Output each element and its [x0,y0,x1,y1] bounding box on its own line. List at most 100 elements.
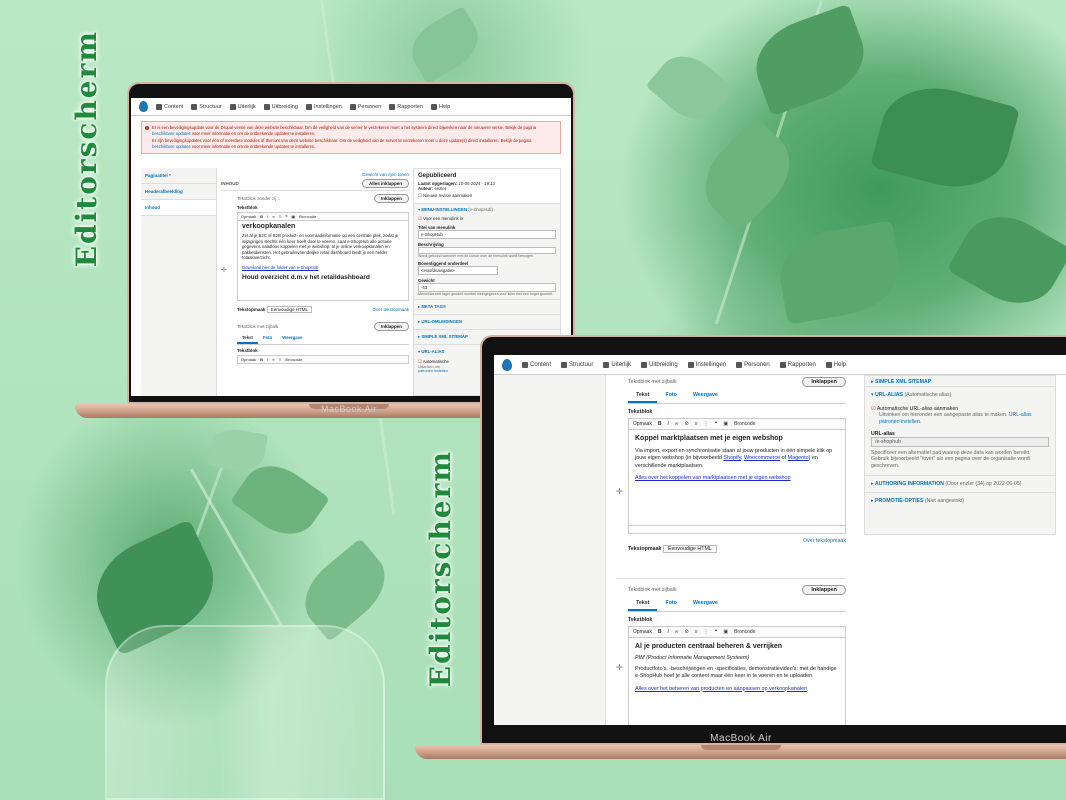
url-alias-input[interactable]: /e-shophub [871,436,1049,447]
collapse-button[interactable]: Inklappen [802,377,846,387]
tab-weergave[interactable]: Weergave [277,333,307,344]
tab-headerafbeelding[interactable]: Headerafbeelding [141,184,216,200]
toolbar-config[interactable]: Instellingen [687,361,726,368]
editor-content[interactable]: Koppel marktplaatsen met je eigen websho… [628,430,846,526]
parent-select[interactable]: <Hoofdnavigatie> [418,266,498,275]
collapse-button[interactable]: Inklappen [373,322,409,331]
toolbar-reports[interactable]: Rapporten [389,103,423,110]
menu-title-input[interactable]: e-ShopHub [418,230,556,239]
italic-icon[interactable]: I [267,214,268,219]
quote-icon[interactable]: ❝ [715,629,718,635]
link-icon[interactable]: ∞ [272,357,275,362]
tab-paginatitel[interactable]: Paginatitel * [141,168,216,184]
tab-tekst[interactable]: Tekst [628,389,658,403]
xml-sitemap-section[interactable]: ▸ SIMPLE XML SITEMAP [865,376,1055,386]
available-updates-link[interactable]: beschikbare updates [152,144,191,149]
tab-inhoud[interactable]: Inhoud [141,200,216,216]
drag-handle-icon[interactable]: ✛ [616,487,623,496]
drupal-logo-icon[interactable] [502,358,512,371]
format-dropdown[interactable]: Opmaak [633,629,652,635]
content-link[interactable]: Download hier de folder van e-ShopHub [242,265,404,270]
link-icon[interactable]: ∞ [272,214,275,219]
text-format-select[interactable]: Eenvoudige HTML [662,545,717,553]
woocommerce-link[interactable]: Woocommerce [744,455,780,461]
toolbar-structure[interactable]: Structuur [191,103,222,110]
meta-tags-section[interactable]: ▸ META TAGS [414,299,560,314]
numbered-list-icon[interactable]: ⋮ [704,629,709,635]
tab-foto[interactable]: Foto [657,597,684,611]
image-icon[interactable]: ▣ [723,629,728,635]
link-icon[interactable]: ∞ [675,421,679,427]
content-link[interactable]: Alles over het beheren van producten en … [635,686,839,692]
list-icon[interactable]: ≡ [279,357,281,362]
text-format-select[interactable]: Eenvoudige HTML [266,306,312,313]
toolbar-content[interactable]: Content [522,361,551,368]
url-redirects-section[interactable]: ▸ URL-OMLEIDINGEN [414,314,560,329]
toolbar-help[interactable]: Help [825,361,846,368]
url-alias-section[interactable]: ▾ URL-ALIAS (Automatische alias) [871,392,1049,398]
about-formats-link[interactable]: Over tekstopmaak [372,307,409,312]
image-icon[interactable]: ▣ [292,214,296,219]
editor-content[interactable]: verkoopkanalen Zet al je B2C of B2B prod… [237,221,409,301]
bold-icon[interactable]: B [260,214,263,219]
source-button[interactable]: Broncode [299,214,316,219]
toolbar-appearance[interactable]: Uiterlijk [603,361,631,368]
quote-icon[interactable]: ❝ [285,214,287,219]
tab-weergave[interactable]: Weergave [685,597,726,611]
drag-handle-icon[interactable]: ✛ [221,266,227,274]
format-dropdown[interactable]: Opmaak [241,357,256,362]
toolbar-help[interactable]: Help [430,103,450,110]
tab-weergave[interactable]: Weergave [685,389,726,403]
tab-tekst[interactable]: Tekst [628,597,658,611]
unlink-icon[interactable]: ⊘ [685,421,689,427]
description-input[interactable] [418,247,556,254]
bold-icon[interactable]: B [260,357,263,362]
authoring-section[interactable]: ▸ AUTHORING INFORMATION (Door enzler (34… [865,474,1055,492]
collapse-button[interactable]: Inklappen [373,194,409,203]
collapse-button[interactable]: Inklappen [802,585,846,595]
tab-foto[interactable]: Foto [657,389,684,403]
quote-icon[interactable]: ❝ [715,421,718,427]
italic-icon[interactable]: I [668,421,669,427]
editor-content[interactable]: Al je producten centraal beheren & verri… [628,638,846,725]
toolbar-reports[interactable]: Rapporten [779,361,816,368]
tab-foto[interactable]: Foto [258,333,277,344]
list-icon[interactable]: ≡ [695,629,698,635]
toolbar-people[interactable]: Personen [349,103,381,110]
italic-icon[interactable]: I [668,629,669,635]
drag-handle-icon[interactable]: ✛ [616,663,623,672]
weight-input[interactable]: -43 [418,283,556,292]
list-icon[interactable]: ≡ [279,214,281,219]
source-button[interactable]: Broncode [734,421,755,427]
toolbar-people[interactable]: Personen [736,361,770,368]
numbered-list-icon[interactable]: ⋮ [704,421,709,427]
about-formats-link[interactable]: Over tekstopmaak [628,538,846,544]
list-icon[interactable]: ≡ [695,421,698,427]
available-updates-link[interactable]: beschikbare updates [152,131,191,136]
provide-menu-link-checkbox[interactable]: ☑ Voor een menulink in [418,216,556,222]
promotion-section[interactable]: ▸ PROMOTIE-OPTIES (Niet aangevinkt) [865,491,1055,509]
toolbar-extend[interactable]: Uitbreiding [641,361,678,368]
format-dropdown[interactable]: Opmaak [241,214,256,219]
toolbar-extend[interactable]: Uitbreiding [263,103,298,110]
format-dropdown[interactable]: Opmaak [633,421,652,427]
collapse-all-button[interactable]: Alles inklappen [361,179,409,188]
tab-tekst[interactable]: Tekst [237,333,258,344]
toolbar-appearance[interactable]: Uiterlijk [229,103,256,110]
toolbar-content[interactable]: Content [156,103,183,110]
content-link[interactable]: Alles over het koppelen van marktplaatse… [635,475,839,481]
link-icon[interactable]: ∞ [675,629,679,635]
new-revision-checkbox[interactable]: ☐ Nieuwe revisie aanmaken [418,193,556,199]
unlink-icon[interactable]: ⊘ [685,629,689,635]
toolbar-config[interactable]: Instellingen [305,103,342,110]
source-button[interactable]: Broncode [734,629,755,635]
bold-icon[interactable]: B [658,629,662,635]
magento-link[interactable]: Magento [788,455,809,461]
italic-icon[interactable]: I [267,357,268,362]
bold-icon[interactable]: B [658,421,662,427]
toolbar-structure[interactable]: Structuur [561,361,593,368]
source-button[interactable]: Broncode [285,357,302,362]
image-icon[interactable]: ▣ [723,421,728,427]
menu-settings-section[interactable]: ▾ MENU-INSTELLINGEN (e-ShopHub) [418,207,556,213]
shopify-link[interactable]: Shopify [723,455,741,461]
